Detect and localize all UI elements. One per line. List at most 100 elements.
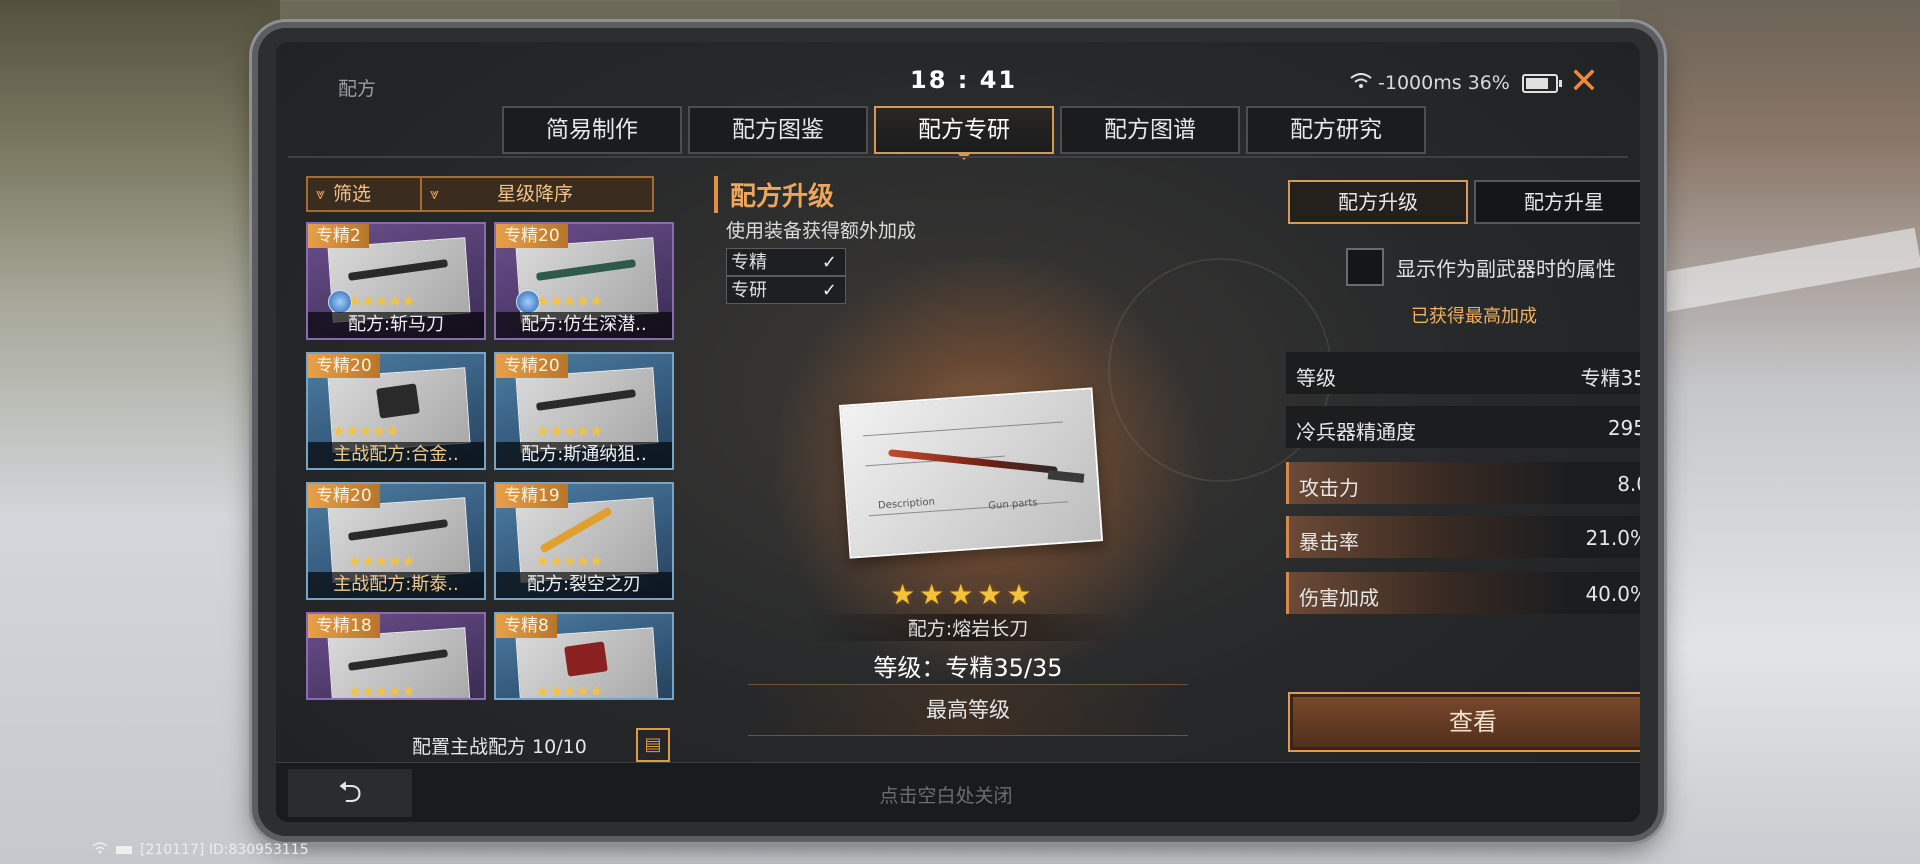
stat-key: 攻击力 xyxy=(1299,476,1359,500)
view-button[interactable]: 查看 xyxy=(1288,692,1640,752)
card-name: 主战配方:合金.. xyxy=(308,442,484,468)
sort-label: 星级降序 xyxy=(497,183,574,205)
recipe-card[interactable]: ★★★★★ 专精8 xyxy=(494,612,674,700)
mastery-badge: 专精8 xyxy=(496,614,557,638)
star-rating: ★★★★★ xyxy=(348,292,416,310)
recipe-card[interactable]: ★★★★★ 专精20 主战配方:斯泰.. xyxy=(306,482,486,600)
recipe-card[interactable]: ★★★★★ 专精20 配方:斯通纳狙.. xyxy=(494,352,674,470)
recipe-card[interactable]: ★★★★★ 专精19 配方:裂空之刃 xyxy=(494,482,674,600)
check-label: 专精 xyxy=(731,252,767,273)
content-panel: ⩔ 筛选 ⩔ 星级降序 ★★★★★ 专精2 配方:斩马刀 ★★★★★ 专精20 xyxy=(288,156,1640,762)
footer-bar: ⮌ 点击空白处关闭 xyxy=(276,762,1640,822)
mastery-badge: 专精18 xyxy=(308,614,380,638)
device-id-text: [210117] ID:830953115 xyxy=(140,842,309,858)
tab-simple-craft[interactable]: 简易制作 xyxy=(502,106,682,154)
tab-recipe-catalog[interactable]: 配方图鉴 xyxy=(688,106,868,154)
card-name: 配方:裂空之刃 xyxy=(496,572,672,598)
mastery-badge: 专精20 xyxy=(496,224,568,248)
main-recipe-count: 配置主战配方 10/10 xyxy=(412,736,587,758)
stat-value: 295 xyxy=(1607,416,1640,440)
stat-key: 暴击率 xyxy=(1299,530,1359,554)
stat-value: 40.0% xyxy=(1585,582,1640,606)
weapon-thumbnail xyxy=(376,383,420,419)
section-subtitle: 使用装备获得额外加成 xyxy=(726,220,917,242)
stat-value: 专精35 xyxy=(1580,366,1640,390)
mastery-badge: 专精2 xyxy=(308,224,369,248)
section-title: 配方升级 xyxy=(714,176,834,213)
tablet-frame: 配方 18 : 41 -1000ms 36% ✕ 简易制作 配方图鉴 配方专研 … xyxy=(258,28,1658,836)
weapon-thumbnail xyxy=(564,641,608,677)
close-icon[interactable]: ✕ xyxy=(1562,60,1606,104)
sort-button[interactable]: ⩔ 星级降序 xyxy=(420,176,654,212)
tab-recipe-research[interactable]: 配方专研 xyxy=(874,106,1054,160)
stat-key: 冷兵器精通度 xyxy=(1296,420,1416,444)
mastery-badge: 专精20 xyxy=(308,484,380,508)
stat-row: 暴击率 21.0% xyxy=(1286,516,1640,558)
filter-button[interactable]: ⩔ 筛选 xyxy=(306,176,428,212)
back-arrow-icon[interactable]: ⮌ xyxy=(288,769,412,817)
recipe-card[interactable]: ★★★★★ 专精2 配方:斩马刀 xyxy=(306,222,486,340)
card-name: 主战配方:斯泰.. xyxy=(308,572,484,598)
star-rating: ★★★★★ xyxy=(348,552,416,570)
filter-label: 筛选 xyxy=(333,183,372,205)
card-name: 配方:斯通纳狙.. xyxy=(496,442,672,468)
checkbox-label: 显示作为副武器时的属性 xyxy=(1396,256,1616,281)
check-mastery[interactable]: 专精 ✓ xyxy=(726,248,846,276)
star-rating: ★★★★★ xyxy=(332,422,400,440)
battery-small-icon xyxy=(116,846,132,854)
recipe-card[interactable]: ★★★★★ 专精20 主战配方:合金.. xyxy=(306,352,486,470)
item-name: 配方:熔岩长刀 xyxy=(808,614,1128,641)
tap-empty-to-close[interactable]: 点击空白处关闭 xyxy=(766,781,1126,808)
clock: 18 : 41 xyxy=(910,66,1018,94)
stat-row: 伤害加成 40.0% xyxy=(1286,572,1640,614)
recipe-card[interactable]: ★★★★★ 专精20 配方:仿生深潜.. xyxy=(494,222,674,340)
item-level: 等级：专精35/35 xyxy=(873,654,1063,682)
checkmark-icon: ✓ xyxy=(821,280,837,301)
star-rating: ★★★★★ xyxy=(536,292,604,310)
tablet-screen: 配方 18 : 41 -1000ms 36% ✕ 简易制作 配方图鉴 配方专研 … xyxy=(276,42,1640,822)
stat-value: 21.0% xyxy=(1585,526,1640,550)
wifi-small-icon xyxy=(92,842,108,858)
check-research[interactable]: 专研 ✓ xyxy=(726,276,846,304)
wifi-icon xyxy=(1350,72,1372,94)
star-rating: ★★★★★ xyxy=(536,422,604,440)
tab-recipe-study[interactable]: 配方研究 xyxy=(1246,106,1426,154)
recipe-card[interactable]: ★★★★★ 专精18 xyxy=(306,612,486,700)
window-title: 配方 xyxy=(338,78,377,100)
tab-recipe-upgrade[interactable]: 配方升级 xyxy=(1288,180,1468,224)
card-name: 配方:仿生深潜.. xyxy=(496,312,672,338)
checkbox[interactable] xyxy=(1346,248,1384,286)
mastery-badge: 专精20 xyxy=(496,354,568,378)
star-rating: ★★★★★ xyxy=(536,552,604,570)
star-rating: ★★★★★ xyxy=(348,682,416,700)
stat-row: 等级 专精35 xyxy=(1286,352,1640,394)
blueprint-gun-parts-text: Gun parts xyxy=(987,497,1038,512)
status-indicators: -1000ms 36% xyxy=(1350,72,1562,94)
battery-icon xyxy=(1521,73,1562,93)
star-rating: ★★★★★ xyxy=(536,682,604,700)
background-right xyxy=(1620,0,1920,864)
clipboard-search-icon[interactable]: ▤ xyxy=(636,728,670,762)
stat-key: 伤害加成 xyxy=(1299,586,1379,610)
sort-chevron-icon: ⩔ xyxy=(430,184,440,203)
mastery-badge: 专精19 xyxy=(496,484,568,508)
battery-percent: 36% xyxy=(1467,72,1510,94)
checkmark-icon: ✓ xyxy=(821,252,837,273)
check-label: 专研 xyxy=(731,280,767,301)
secondary-weapon-toggle[interactable]: 显示作为副武器时的属性 xyxy=(1346,248,1616,286)
mastery-badge: 专精20 xyxy=(308,354,380,378)
background-left xyxy=(0,0,280,864)
stat-value: 8.0 xyxy=(1617,472,1640,496)
main-tabs: 简易制作 配方图鉴 配方专研 配方图谱 配方研究 xyxy=(502,106,1426,160)
max-level-button[interactable]: 最高等级 xyxy=(748,684,1188,736)
device-overlay: [210117] ID:830953115 xyxy=(92,842,309,858)
card-name: 配方:斩马刀 xyxy=(308,312,484,338)
blueprint-description-text: Description xyxy=(877,496,936,512)
stat-row: 冷兵器精通度 295 xyxy=(1286,406,1640,448)
filter-funnel-icon: ⩔ xyxy=(316,184,326,203)
max-bonus-label: 已获得最高加成 xyxy=(1411,306,1537,327)
tab-recipe-atlas[interactable]: 配方图谱 xyxy=(1060,106,1240,154)
tab-recipe-star-up[interactable]: 配方升星 xyxy=(1474,180,1640,224)
stat-key: 等级 xyxy=(1296,366,1336,390)
network-latency: -1000ms xyxy=(1378,72,1462,94)
